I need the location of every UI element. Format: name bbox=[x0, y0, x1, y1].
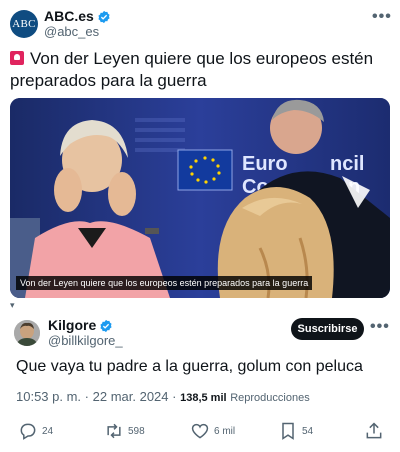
abc-avatar[interactable]: ABC bbox=[10, 10, 38, 38]
like-count: 6 mil bbox=[214, 425, 236, 437]
reply-count: 24 bbox=[42, 425, 54, 437]
bookmark-icon bbox=[282, 422, 294, 440]
action-bar: 24 598 6 mil 54 bbox=[0, 418, 400, 444]
tweet-time[interactable]: 10:53 p. m. bbox=[16, 389, 81, 404]
verified-badge-icon bbox=[100, 319, 112, 332]
tweet-text: Que vaya tu padre a la guerra, golum con… bbox=[16, 358, 363, 375]
share-button[interactable] bbox=[364, 418, 384, 444]
media-indicator: ▾ bbox=[10, 300, 15, 310]
quoted-tweet[interactable]: ABC ABC.es @abc_es ••• Von der Leyen qui… bbox=[0, 0, 400, 310]
views-count: 138,5 mil bbox=[180, 392, 227, 404]
like-icon bbox=[191, 423, 209, 439]
more-options-icon[interactable]: ••• bbox=[372, 8, 392, 26]
quoted-tweet-header: ABC ABC.es @abc_es bbox=[10, 8, 111, 40]
retweet-button[interactable]: 598 bbox=[104, 418, 145, 444]
quoted-tweet-text: Von der Leyen quiere que los europeos es… bbox=[10, 49, 374, 90]
retweet-icon bbox=[107, 423, 121, 439]
author-name[interactable]: Kilgore bbox=[48, 318, 96, 333]
svg-text:ncil: ncil bbox=[330, 153, 364, 175]
tweet-media-video[interactable]: Euro ncil Co n Von bbox=[10, 98, 390, 298]
more-options-icon[interactable]: ••• bbox=[370, 318, 390, 336]
quoted-author-handle[interactable]: @abc_es bbox=[44, 24, 111, 39]
author-handle[interactable]: @billkilgore_ bbox=[48, 333, 123, 348]
bookmark-count: 54 bbox=[302, 425, 314, 437]
tweet-header: Kilgore @billkilgore_ bbox=[14, 318, 123, 348]
siren-icon bbox=[10, 51, 24, 65]
tweet-meta: 10:53 p. m. · 22 mar. 2024 · 138,5 mil R… bbox=[16, 389, 310, 404]
bookmark-button[interactable]: 54 bbox=[278, 418, 313, 444]
video-caption: Von der Leyen quiere que los europeos es… bbox=[16, 276, 313, 290]
subscribe-button[interactable]: Suscribirse bbox=[291, 318, 364, 340]
reply-icon bbox=[20, 423, 36, 440]
reply-button[interactable]: 24 bbox=[18, 418, 53, 444]
svg-text:Euro: Euro bbox=[242, 153, 288, 175]
media-image: Euro ncil Co n bbox=[10, 98, 390, 298]
kilgore-avatar[interactable] bbox=[14, 320, 40, 346]
retweet-count: 598 bbox=[128, 425, 145, 437]
share-icon bbox=[366, 422, 382, 439]
quoted-author-name[interactable]: ABC.es bbox=[44, 9, 94, 24]
verified-badge-icon bbox=[98, 10, 110, 23]
views-label: Reproducciones bbox=[230, 392, 310, 404]
tweet-date[interactable]: 22 mar. 2024 bbox=[93, 389, 169, 404]
like-button[interactable]: 6 mil bbox=[190, 418, 235, 444]
